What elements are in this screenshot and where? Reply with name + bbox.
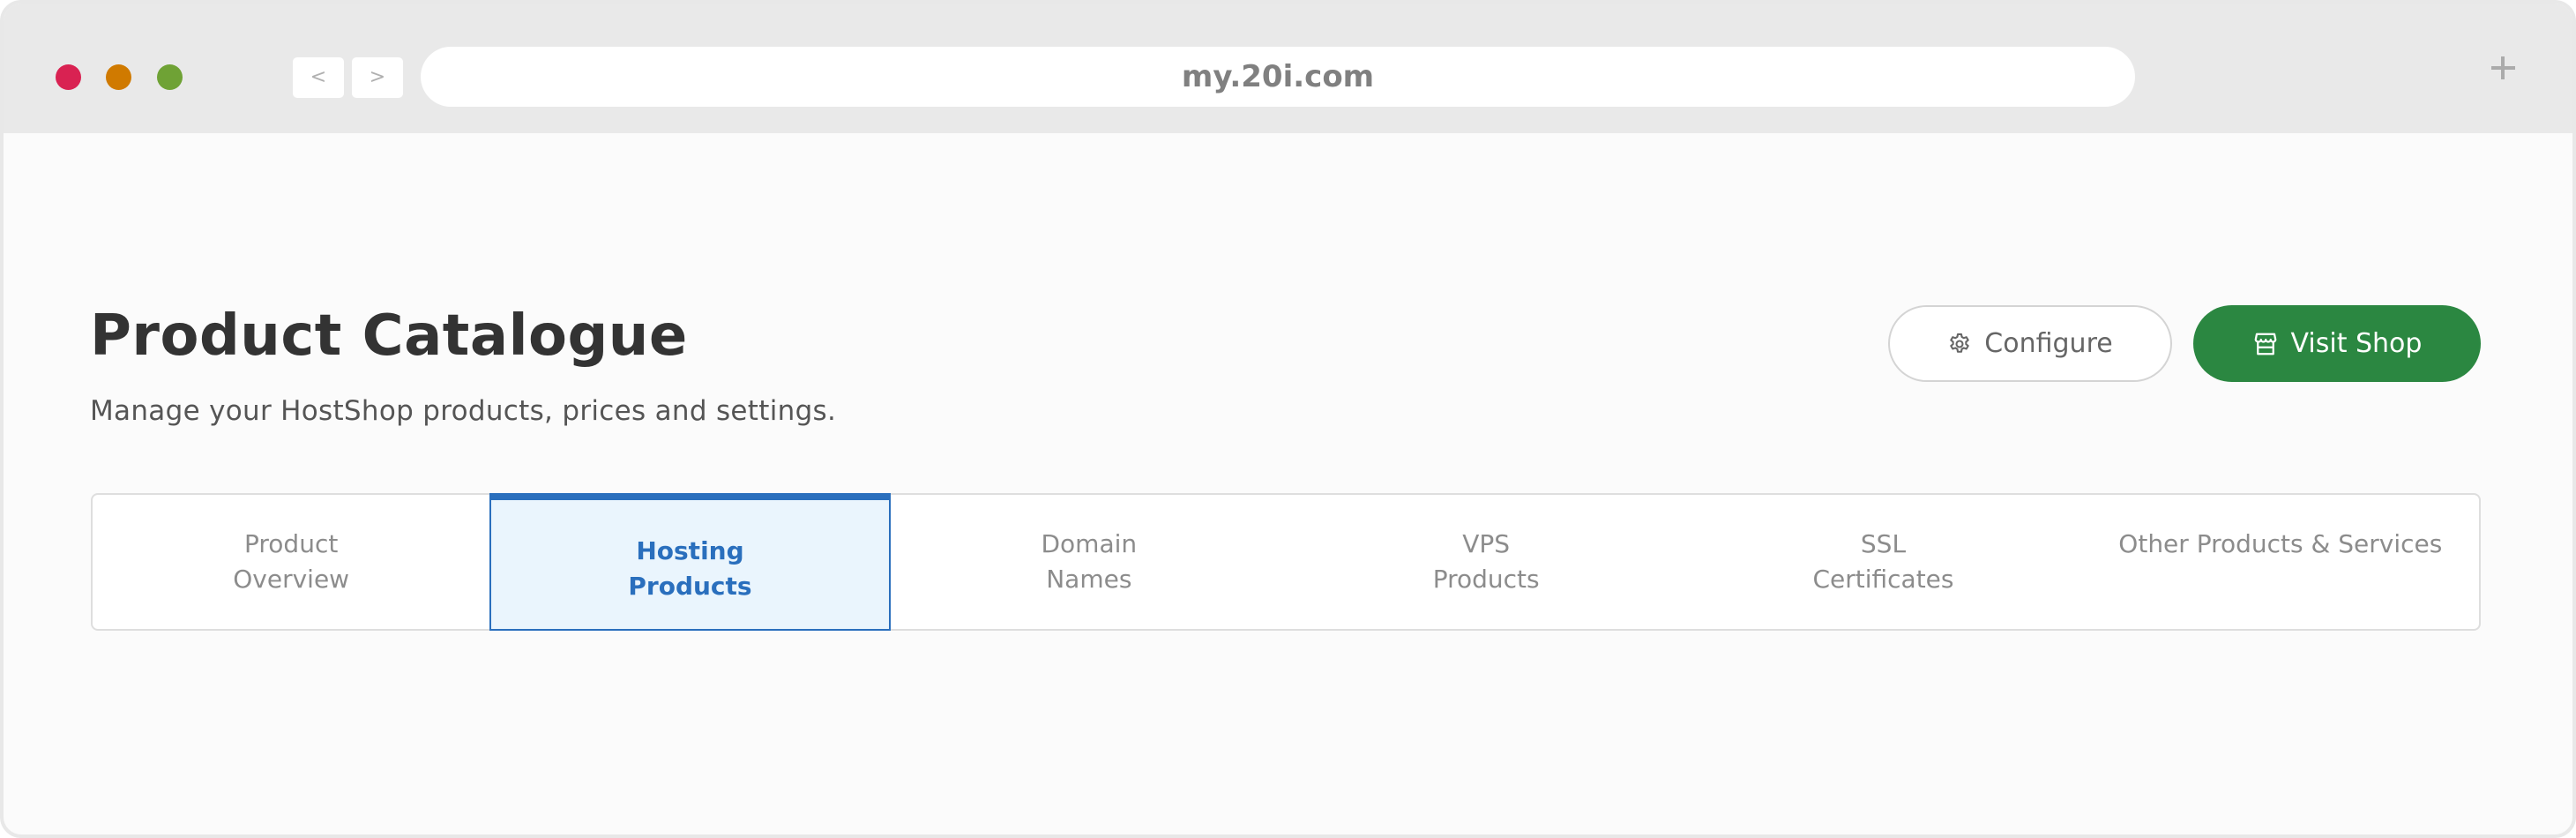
tab-label-line: Certificates — [1812, 565, 1954, 594]
close-window-button[interactable] — [56, 64, 81, 90]
visit-shop-label: Visit Shop — [2290, 328, 2423, 359]
address-bar[interactable]: my.20i.com — [421, 47, 2135, 107]
tab-label-line: VPS — [1462, 529, 1511, 558]
browser-window: < > my.20i.com Product Catalogue Manage … — [0, 0, 2576, 838]
tab-other-products-services[interactable]: Other Products & Services — [2082, 495, 2479, 629]
chevron-right-icon: > — [369, 66, 386, 88]
visit-shop-button[interactable]: Visit Shop — [2193, 305, 2481, 382]
page-subtitle: Manage your HostShop products, prices an… — [90, 395, 837, 427]
tab-label-line: Names — [1046, 565, 1132, 594]
forward-button[interactable]: > — [352, 57, 403, 98]
new-tab-button[interactable] — [2488, 52, 2520, 84]
store-icon — [2252, 331, 2279, 357]
tab-label-line: Other Products & Services — [2118, 529, 2443, 558]
tab-label-line: Domain — [1041, 529, 1138, 558]
configure-label: Configure — [1984, 328, 2113, 359]
tab-label-line: Product — [244, 529, 339, 558]
tab-product-overview[interactable]: Product Overview — [93, 495, 489, 629]
back-button[interactable]: < — [293, 57, 344, 98]
url-text: my.20i.com — [1181, 59, 1375, 94]
gear-icon — [1947, 332, 1972, 356]
tab-vps-products[interactable]: VPS Products — [1288, 495, 1684, 629]
tab-label-line: SSL — [1860, 529, 1907, 558]
tab-label-line: Products — [1432, 565, 1540, 594]
catalogue-tabs: Product Overview Hosting Products Domain… — [91, 493, 2481, 631]
tab-domain-names[interactable]: Domain Names — [891, 495, 1288, 629]
tab-label-line: Hosting — [636, 536, 744, 565]
tab-label-line: Overview — [233, 565, 350, 594]
tab-label-line: Products — [628, 572, 752, 601]
configure-button[interactable]: Configure — [1888, 305, 2172, 382]
tab-hosting-products[interactable]: Hosting Products — [489, 493, 891, 631]
tab-ssl-certificates[interactable]: SSL Certificates — [1684, 495, 2081, 629]
minimize-window-button[interactable] — [106, 64, 131, 90]
maximize-window-button[interactable] — [157, 64, 183, 90]
chevron-left-icon: < — [310, 66, 327, 88]
browser-titlebar: < > my.20i.com — [4, 4, 2572, 133]
page-title: Product Catalogue — [90, 303, 688, 369]
